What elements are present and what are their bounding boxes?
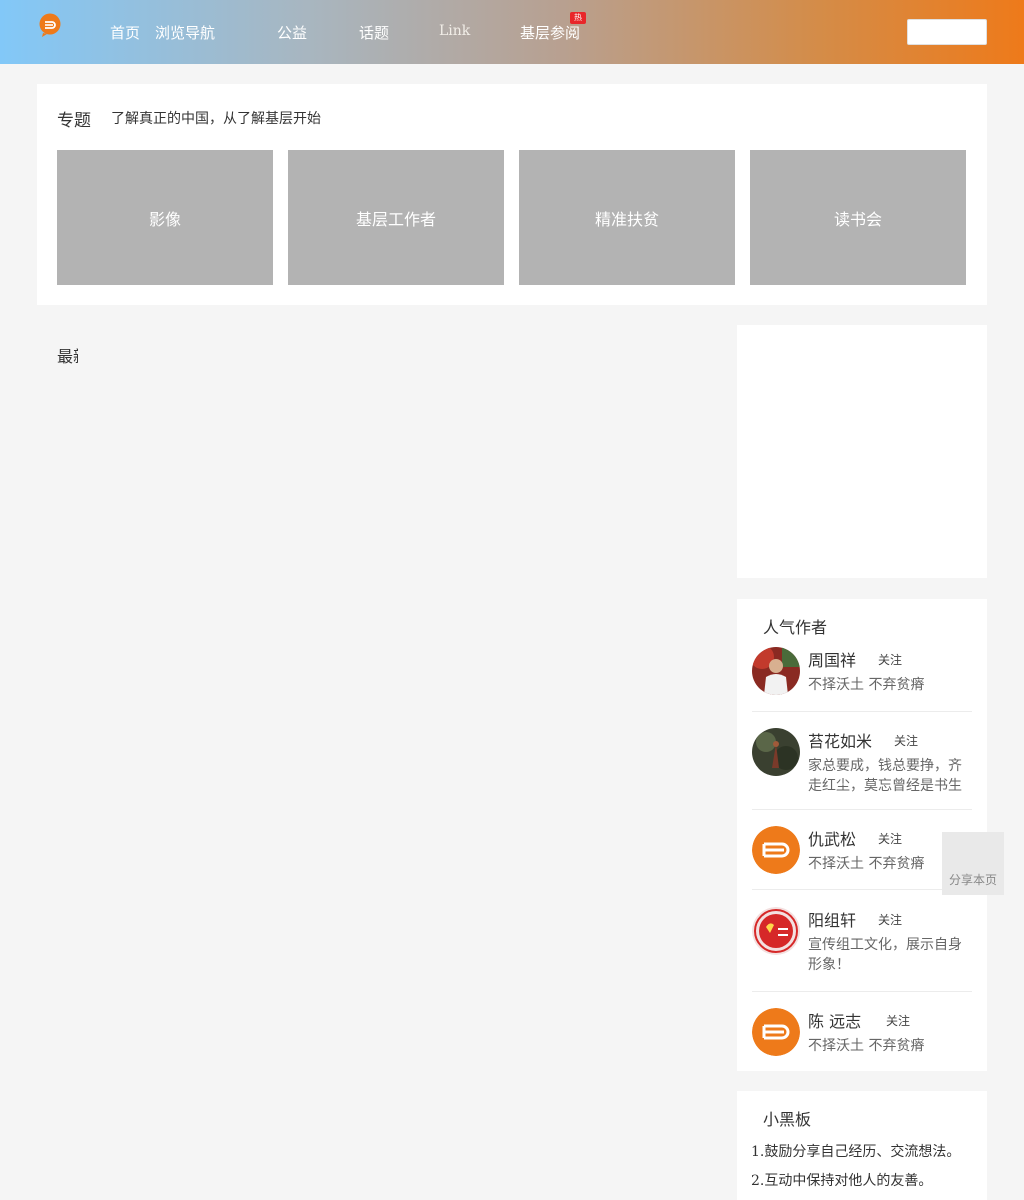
topic-tile-images[interactable]: 影像 (57, 150, 273, 285)
follow-button[interactable]: 关注 (878, 911, 902, 928)
default-logo-avatar-icon (752, 826, 800, 874)
author-name[interactable]: 苔花如米 (808, 728, 872, 752)
default-logo-avatar-icon (752, 1008, 800, 1056)
blackboard-rule: 1.鼓励分享自己经历、交流想法。 (751, 1144, 961, 1160)
site-logo-icon[interactable] (38, 13, 62, 37)
topic-tile-book-club[interactable]: 读书会 (750, 150, 966, 285)
author-name[interactable]: 周国祥 (808, 647, 856, 671)
topic-tile-poverty-alleviation[interactable]: 精准扶贫 (519, 150, 735, 285)
top-nav-bar: 首页 浏览导航 公益 话题 Link 基层参阅 热 (0, 0, 1024, 64)
blackboard-rule: 2.互动中保持对他人的友善。 (751, 1173, 933, 1189)
follow-button[interactable]: 关注 (894, 732, 918, 749)
authors-heading: 人气作者 (763, 618, 828, 637)
follow-button[interactable]: 关注 (878, 830, 902, 847)
divider (752, 889, 972, 890)
author-avatar[interactable] (752, 826, 800, 874)
topics-subtitle: 了解真正的中国，从了解基层开始 (111, 111, 321, 127)
author-description: 不择沃土 不弃贫瘠 (808, 677, 925, 693)
nav-charity[interactable]: 公益 (277, 22, 307, 43)
author-avatar[interactable] (752, 907, 800, 955)
divider (752, 991, 972, 992)
author-avatar[interactable] (752, 647, 800, 695)
follow-button[interactable]: 关注 (878, 651, 902, 668)
hot-badge: 热 (570, 12, 586, 24)
nav-home[interactable]: 首页 (110, 22, 140, 43)
divider (752, 711, 972, 712)
topic-tile-grassroots-workers[interactable]: 基层工作者 (288, 150, 504, 285)
author-name[interactable]: 陈 远志 (808, 1008, 861, 1032)
author-avatar[interactable] (752, 728, 800, 776)
nav-browse[interactable]: 浏览导航 (155, 22, 215, 43)
author-avatar[interactable] (752, 1008, 800, 1056)
author-description: 不择沃土 不弃贫瘠 (808, 1038, 925, 1054)
party-emblem-avatar-icon (752, 907, 800, 955)
blackboard-card: 小黑板 1.鼓励分享自己经历、交流想法。 2.互动中保持对他人的友善。 (737, 1091, 987, 1200)
nav-grassroots-reference[interactable]: 基层参阅 (520, 22, 580, 43)
nav-topics[interactable]: 话题 (359, 22, 389, 43)
author-description: 宣传组工文化，展示自身形象！ (808, 937, 962, 973)
photo-avatar-icon (752, 728, 800, 776)
latest-title: 最新 (57, 347, 78, 366)
share-page-button[interactable]: 分享本页 (942, 832, 1004, 895)
sidebar-ad-card (737, 325, 987, 578)
search-input[interactable] (907, 19, 987, 45)
nav-link[interactable]: Link (439, 23, 470, 39)
divider (752, 809, 972, 810)
topics-card: 专题 了解真正的中国，从了解基层开始 影像 基层工作者 精准扶贫 读书会 (37, 84, 987, 305)
topics-heading: 专题 (57, 111, 91, 131)
author-description: 家总要成，钱总要挣，齐走红尘，莫忘曾经是书生 (808, 758, 962, 794)
author-name[interactable]: 仇武松 (808, 826, 856, 850)
photo-avatar-icon (752, 647, 800, 695)
blackboard-heading: 小黑板 (763, 1110, 812, 1129)
author-name[interactable]: 阳组轩 (808, 907, 856, 931)
follow-button[interactable]: 关注 (886, 1012, 910, 1029)
